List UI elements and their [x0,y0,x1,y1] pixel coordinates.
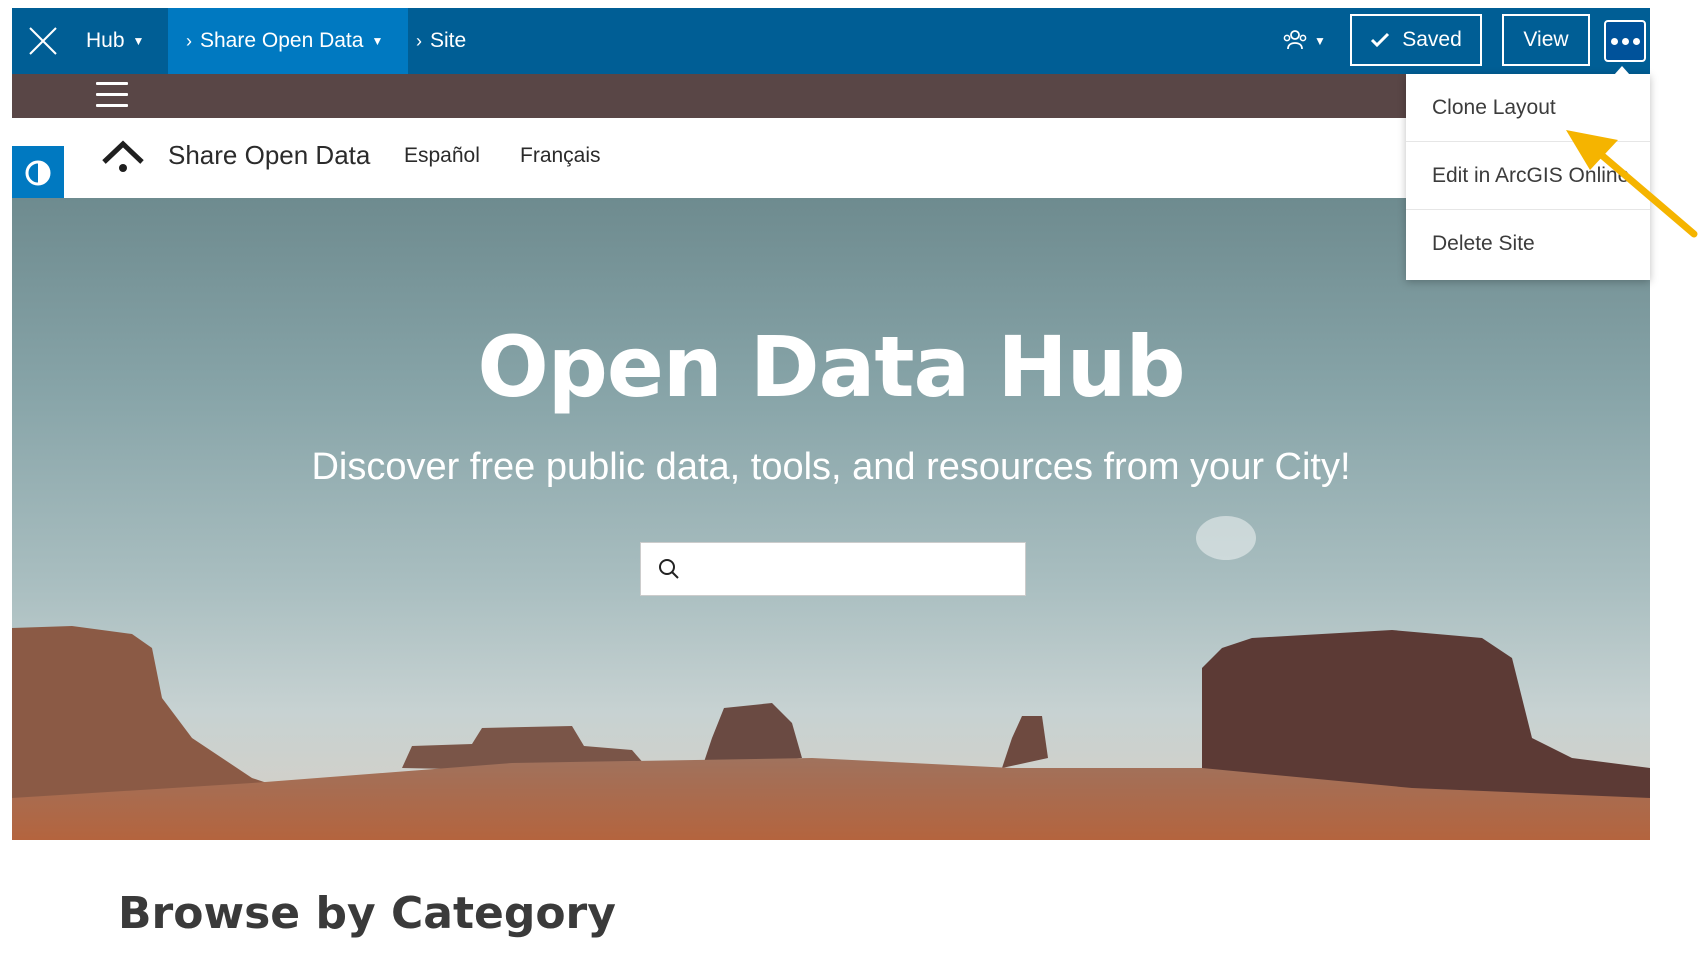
chevron-right-icon: › [416,30,422,51]
ellipsis-icon [1610,37,1640,45]
nav-link-francais[interactable]: Français [520,144,601,168]
site-logo-icon [102,140,144,172]
contrast-icon [25,160,51,186]
more-options-button[interactable] [1604,20,1646,62]
saved-button[interactable]: Saved [1350,14,1482,66]
hero-title: Open Data Hub [477,318,1185,416]
annotation-arrow-icon [1566,130,1698,238]
menu-pointer [1614,66,1630,75]
search-box[interactable] [640,542,1026,596]
desert-landscape-image [12,516,1650,840]
hero-banner: Open Data Hub Discover free public data,… [12,198,1650,840]
sharing-groups-button[interactable]: ▼ [1282,26,1326,56]
browse-by-category-heading: Browse by Category [118,888,616,939]
breadcrumb-site[interactable]: › Site [416,8,466,74]
check-icon [1371,32,1390,48]
chevron-right-icon: › [186,30,192,51]
people-icon [1283,30,1307,50]
view-button-label: View [1523,28,1569,51]
nav-link-espanol[interactable]: Español [404,144,480,168]
site-header: Share Open Data Español Français [12,118,1650,200]
breadcrumb-hub-label: Hub [86,29,125,52]
view-button[interactable]: View [1502,14,1590,66]
breadcrumb-share-open-data[interactable]: › Share Open Data ▼ [168,8,408,74]
caret-down-icon: ▼ [132,34,145,48]
caret-down-icon: ▼ [371,34,384,48]
hero-subtitle: Discover free public data, tools, and re… [311,446,1351,488]
site-title[interactable]: Share Open Data [168,140,370,171]
breadcrumb-hub[interactable]: Hub ▼ [86,8,144,74]
search-input[interactable] [693,551,1017,589]
breadcrumb-site-label: Site [430,29,467,52]
hamburger-menu-icon[interactable] [96,82,128,110]
admin-toolbar: Hub ▼ › Share Open Data ▼ › Site ▼ Saved… [12,8,1650,74]
close-icon[interactable] [26,24,60,58]
site-navbar [12,74,1650,118]
search-icon [659,559,679,579]
caret-down-icon: ▼ [1314,34,1326,48]
contrast-toggle-button[interactable] [12,146,64,200]
saved-button-label: Saved [1402,28,1462,51]
breadcrumb-share-label: Share Open Data [200,29,364,52]
